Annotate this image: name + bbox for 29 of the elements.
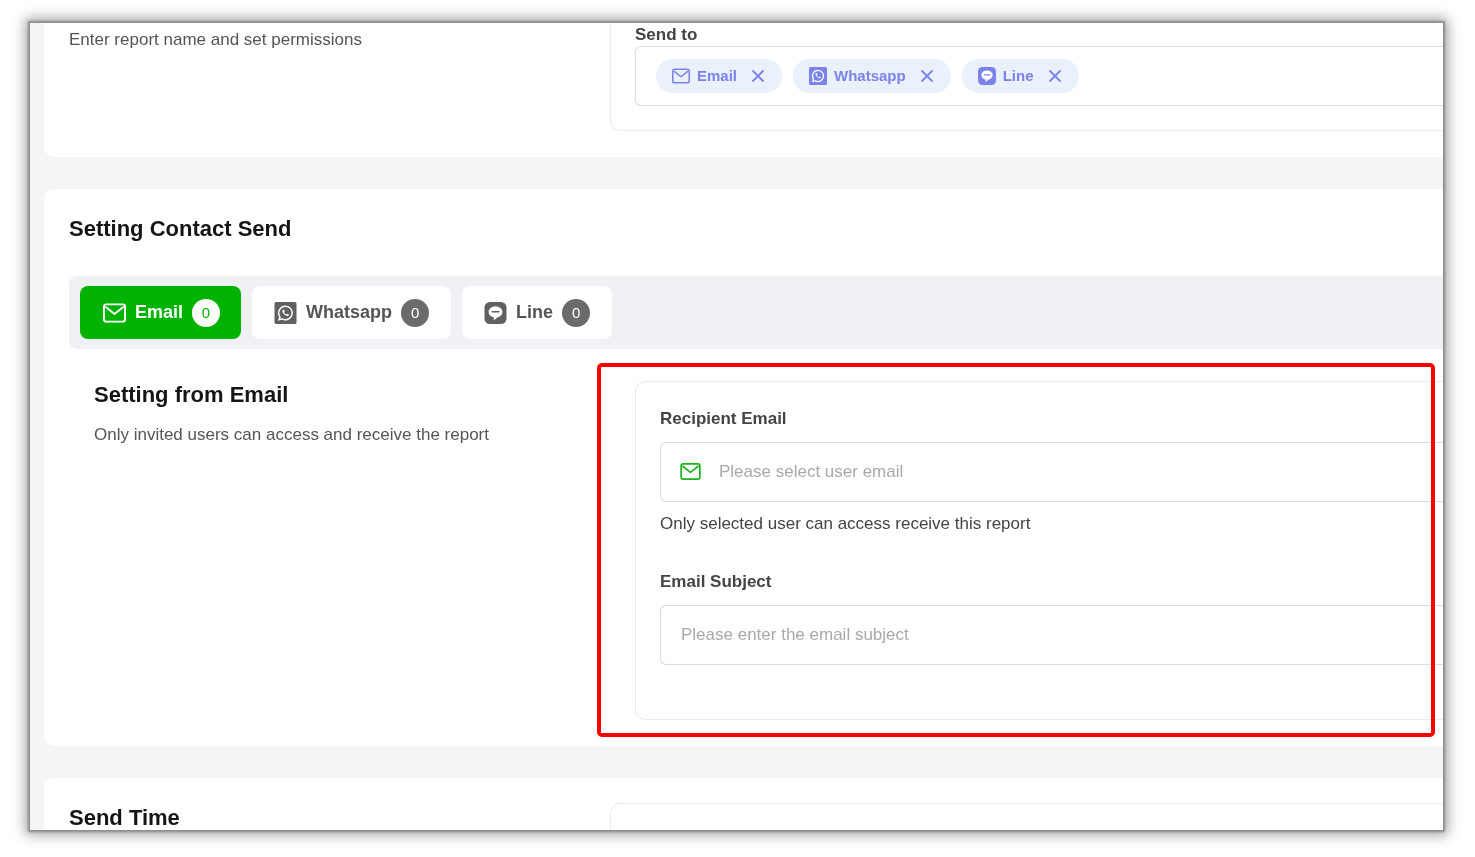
channel-tab[interactable]: Line 0 bbox=[462, 286, 613, 339]
field-label: Email Subject bbox=[660, 572, 773, 592]
field-label: Recipient Email bbox=[660, 409, 788, 429]
close-icon[interactable] bbox=[752, 70, 765, 82]
section-title: Setting Contact Send bbox=[69, 215, 293, 243]
phone-bubble-icon bbox=[274, 301, 298, 324]
envelope-icon bbox=[672, 67, 690, 85]
subject-field[interactable]: Please enter the email subject bbox=[660, 605, 1443, 665]
report-description: Enter report name and set permissions bbox=[69, 30, 363, 50]
phone-bubble-icon bbox=[809, 67, 828, 85]
count-badge: 0 bbox=[401, 298, 430, 327]
email-select-field[interactable]: Please select user email bbox=[660, 442, 1443, 502]
tag-label: Line bbox=[1002, 67, 1034, 85]
tag-label: Email bbox=[697, 67, 738, 85]
speech-bubble-icon bbox=[977, 67, 996, 85]
section-title: Setting from Email bbox=[94, 381, 290, 409]
section-title: Send Time bbox=[69, 804, 181, 830]
channel-tab[interactable]: Whatsapp 0 bbox=[252, 286, 452, 339]
count-badge: 0 bbox=[192, 298, 221, 327]
envelope-icon bbox=[103, 301, 126, 324]
count-badge: 0 bbox=[562, 298, 591, 327]
section-description: Only invited users can access and receive the report bbox=[94, 425, 490, 445]
field-label: Send to bbox=[635, 25, 699, 45]
speech-bubble-icon bbox=[484, 301, 508, 324]
close-icon[interactable] bbox=[1048, 70, 1061, 82]
close-icon[interactable] bbox=[920, 70, 933, 82]
help-text: Only selected user can access receive this report bbox=[660, 514, 1032, 534]
tag-label: Whatsapp bbox=[834, 67, 906, 85]
envelope-icon bbox=[680, 463, 701, 480]
